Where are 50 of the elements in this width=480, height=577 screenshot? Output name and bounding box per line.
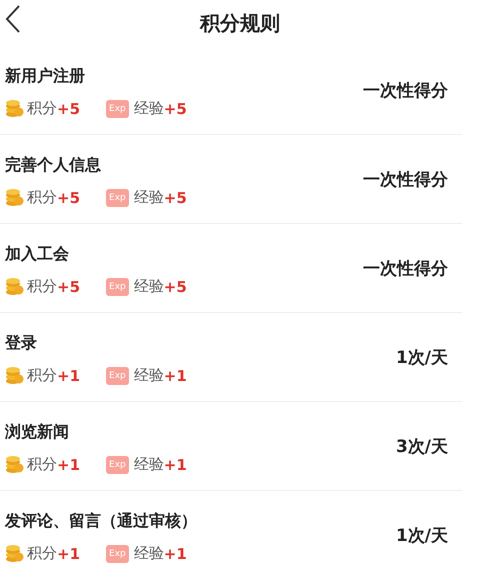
- frequency-text: 1次/天: [396, 346, 448, 368]
- exp-label: 经验: [134, 366, 164, 385]
- frequency-text: 1次/天: [396, 524, 448, 546]
- points-label: 积分: [27, 366, 57, 385]
- points-label: 积分: [27, 99, 57, 118]
- coins-icon: [5, 455, 24, 474]
- exp-value: +5: [164, 188, 187, 206]
- exp-label: 经验: [134, 99, 164, 118]
- back-icon[interactable]: [5, 4, 21, 34]
- exp-badge: Exp: [106, 100, 129, 118]
- rule-name: 发评论、留言（通过审核）: [5, 511, 198, 532]
- page-title: 积分规则: [200, 10, 280, 36]
- exp-value: +5: [164, 278, 187, 296]
- exp-value: +1: [164, 544, 187, 562]
- points-value: +1: [57, 456, 80, 474]
- frequency-text: 一次性得分: [363, 258, 448, 280]
- exp-badge: Exp: [106, 544, 129, 562]
- coins-icon: [5, 366, 24, 385]
- points-value: +1: [57, 544, 80, 562]
- exp-value: +1: [164, 366, 187, 384]
- exp-badge: Exp: [106, 456, 129, 474]
- coins-icon: [5, 99, 24, 118]
- exp-badge: Exp: [106, 366, 129, 384]
- exp-value: +1: [164, 456, 187, 474]
- frequency-text: 一次性得分: [363, 168, 448, 190]
- points-label: 积分: [27, 455, 57, 474]
- exp-label: 经验: [134, 455, 164, 474]
- points-label: 积分: [27, 544, 57, 563]
- points-label: 积分: [27, 188, 57, 207]
- rule-name: 完善个人信息: [5, 155, 102, 176]
- frequency-text: 一次性得分: [363, 80, 448, 102]
- rule-name: 登录: [5, 333, 38, 354]
- rule-name: 加入工会: [5, 244, 70, 265]
- exp-badge: Exp: [106, 278, 129, 296]
- exp-label: 经验: [134, 544, 164, 563]
- coins-icon: [5, 188, 24, 207]
- points-label: 积分: [27, 277, 57, 296]
- coins-icon: [5, 277, 24, 296]
- rule-name: 浏览新闻: [5, 422, 70, 443]
- exp-value: +5: [164, 100, 187, 118]
- coins-icon: [5, 544, 24, 563]
- frequency-text: 3次/天: [396, 436, 448, 458]
- exp-label: 经验: [134, 277, 164, 296]
- points-value: +1: [57, 366, 80, 384]
- exp-badge: Exp: [106, 188, 129, 206]
- exp-label: 经验: [134, 188, 164, 207]
- rule-name: 新用户注册: [5, 66, 86, 87]
- points-value: +5: [57, 188, 80, 206]
- points-value: +5: [57, 278, 80, 296]
- points-value: +5: [57, 100, 80, 118]
